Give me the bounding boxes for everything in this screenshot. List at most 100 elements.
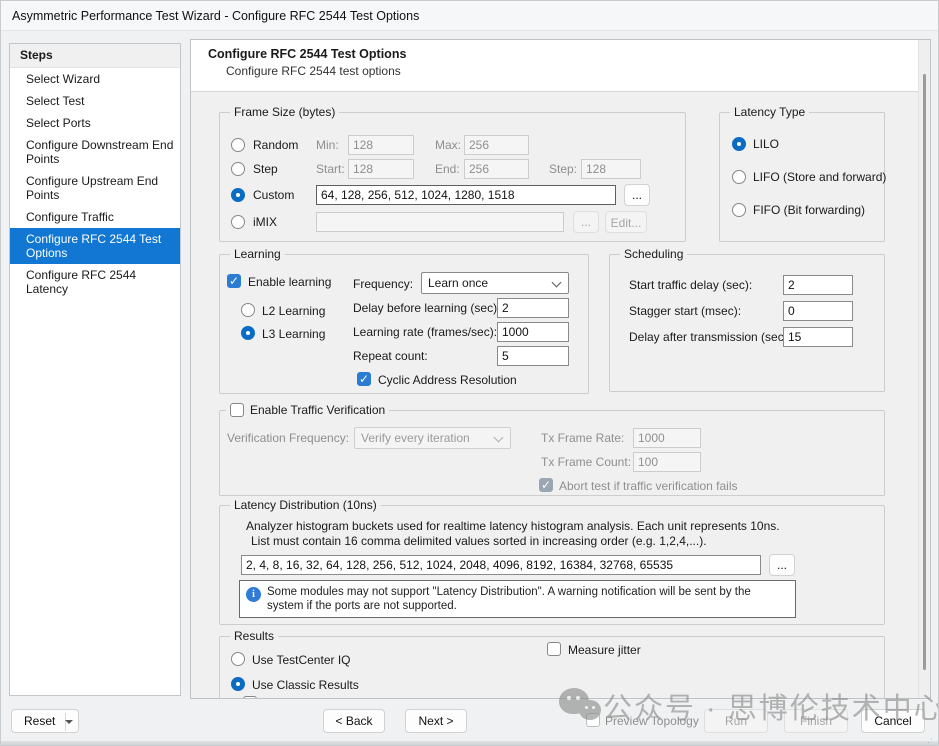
learning-rate-field[interactable] <box>497 322 569 342</box>
finish-button[interactable]: Finish <box>784 709 848 733</box>
enable-traffic-verification-label: Enable Traffic Verification <box>250 403 385 417</box>
start-label: Start: <box>316 162 345 176</box>
lifo-label: LIFO (Store and forward) <box>753 170 886 184</box>
preview-topology-checkbox[interactable] <box>586 713 600 727</box>
max-label: Max: <box>435 138 461 152</box>
frame-size-imix-radio[interactable] <box>231 215 245 229</box>
delay-after-transmission-field[interactable] <box>783 327 853 347</box>
frame-size-step-radio[interactable] <box>231 162 245 176</box>
frame-size-custom-radio[interactable] <box>231 188 245 202</box>
cyclic-address-checkbox[interactable]: ✓ <box>357 372 371 386</box>
traffic-verification-legend: Enable Traffic Verification <box>226 403 389 417</box>
enable-learning-checkbox[interactable]: ✓ <box>227 274 241 288</box>
stagger-start-field[interactable] <box>783 301 853 321</box>
verification-frequency-label: Verification Frequency: <box>227 431 349 445</box>
tx-frame-rate-field[interactable] <box>633 428 701 448</box>
frame-size-legend: Frame Size (bytes) <box>230 105 339 119</box>
sidebar-item-rfc2544-options[interactable]: Configure RFC 2544 Test Options <box>10 228 180 264</box>
frame-size-random-radio[interactable] <box>231 138 245 152</box>
tx-frame-rate-label: Tx Frame Rate: <box>541 431 624 445</box>
delay-before-learning-label: Delay before learning (sec): <box>353 301 500 315</box>
lifo-radio[interactable] <box>732 170 746 184</box>
tx-frame-count-label: Tx Frame Count: <box>541 455 631 469</box>
checkmark-icon: ✓ <box>541 478 551 492</box>
delay-before-learning-field[interactable] <box>497 298 569 318</box>
sidebar-item-select-wizard[interactable]: Select Wizard <box>10 68 180 90</box>
start-traffic-delay-field[interactable] <box>783 275 853 295</box>
chevron-down-icon <box>552 278 562 288</box>
tx-frame-count-field[interactable] <box>633 452 701 472</box>
latency-distribution-desc2: List must contain 16 comma delimited val… <box>251 534 707 548</box>
caret-down-icon <box>65 720 73 724</box>
next-button[interactable]: Next > <box>405 709 467 733</box>
vertical-scrollbar[interactable] <box>918 40 930 698</box>
latency-distribution-note-text: Some modules may not support "Latency Di… <box>267 585 787 613</box>
end-label: End: <box>435 162 460 176</box>
end-field[interactable] <box>464 159 529 179</box>
repeat-count-field[interactable] <box>497 346 569 366</box>
sidebar-item-configure-traffic[interactable]: Configure Traffic <box>10 206 180 228</box>
frequency-value: Learn once <box>428 276 488 290</box>
frequency-dropdown[interactable]: Learn once <box>421 272 569 294</box>
custom-frame-sizes-field[interactable] <box>316 185 616 205</box>
verification-frequency-value: Verify every iteration <box>361 431 470 445</box>
abort-test-checkbox[interactable]: ✓ <box>539 478 553 492</box>
measure-jitter-label: Measure jitter <box>568 643 641 657</box>
max-field[interactable] <box>464 135 529 155</box>
back-button[interactable]: < Back <box>323 709 385 733</box>
chevron-down-icon <box>494 433 504 443</box>
verification-frequency-dropdown[interactable]: Verify every iteration <box>354 427 511 449</box>
use-classic-results-radio[interactable] <box>231 677 245 691</box>
latency-distribution-note: i Some modules may not support "Latency … <box>239 580 796 618</box>
sidebar-item-configure-downstream[interactable]: Configure Downstream End Points <box>10 134 180 170</box>
window-title: Asymmetric Performance Test Wizard - Con… <box>12 9 419 23</box>
scrollbar-thumb[interactable] <box>923 74 926 670</box>
min-field[interactable] <box>348 135 414 155</box>
frame-size-random-label: Random <box>253 138 298 152</box>
step-field[interactable] <box>581 159 641 179</box>
checkmark-icon: ✓ <box>359 372 369 386</box>
start-field[interactable] <box>348 159 414 179</box>
fifo-label: FIFO (Bit forwarding) <box>753 203 865 217</box>
steps-sidebar: Steps Select Wizard Select Test Select P… <box>9 43 181 696</box>
sidebar-item-select-ports[interactable]: Select Ports <box>10 112 180 134</box>
learning-rate-label: Learning rate (frames/sec): <box>353 325 497 339</box>
scheduling-legend: Scheduling <box>620 247 687 261</box>
sidebar-item-rfc2544-latency[interactable]: Configure RFC 2544 Latency <box>10 264 180 300</box>
reset-button[interactable]: Reset <box>11 709 79 733</box>
use-testcenter-iq-label: Use TestCenter IQ <box>252 653 350 667</box>
latency-distribution-legend: Latency Distribution (10ns) <box>230 498 381 512</box>
sidebar-item-configure-upstream[interactable]: Configure Upstream End Points <box>10 170 180 206</box>
measure-jitter-checkbox[interactable] <box>547 642 561 656</box>
frequency-label: Frequency: <box>353 277 413 291</box>
page-title: Configure RFC 2544 Test Options <box>208 47 406 61</box>
enable-traffic-verification-checkbox[interactable] <box>230 403 244 417</box>
imix-edit-button[interactable]: Edit... <box>605 211 647 233</box>
lilo-radio[interactable] <box>732 137 746 151</box>
wizard-window: Asymmetric Performance Test Wizard - Con… <box>0 0 939 746</box>
page-subtitle: Configure RFC 2544 test options <box>226 64 401 78</box>
sidebar-item-select-test[interactable]: Select Test <box>10 90 180 112</box>
latency-distribution-browse-button[interactable]: ... <box>769 554 795 576</box>
custom-browse-button[interactable]: ... <box>624 184 650 206</box>
latency-distribution-field[interactable] <box>241 555 761 575</box>
footer-bar: Reset < Back Next > Preview Topology Run… <box>1 699 938 746</box>
cyclic-address-label: Cyclic Address Resolution <box>378 373 517 387</box>
l3-learning-radio[interactable] <box>241 326 255 340</box>
title-bar: Asymmetric Performance Test Wizard - Con… <box>1 1 938 31</box>
cancel-button[interactable]: Cancel <box>861 709 925 733</box>
run-button[interactable]: Run <box>704 709 768 733</box>
resize-grip[interactable]: ⋰ <box>924 737 934 746</box>
repeat-count-label: Repeat count: <box>353 349 428 363</box>
stagger-start-label: Stagger start (msec): <box>629 304 741 318</box>
checkmark-icon: ✓ <box>229 274 239 288</box>
imix-field[interactable] <box>316 212 564 232</box>
frame-size-custom-label: Custom <box>253 188 294 202</box>
imix-browse-button[interactable]: ... <box>573 211 599 233</box>
latency-distribution-desc1: Analyzer histogram buckets used for real… <box>246 519 780 533</box>
l2-learning-radio[interactable] <box>241 303 255 317</box>
steps-header: Steps <box>10 44 180 68</box>
use-testcenter-iq-radio[interactable] <box>231 652 245 666</box>
step-label: Step: <box>549 162 577 176</box>
fifo-radio[interactable] <box>732 203 746 217</box>
